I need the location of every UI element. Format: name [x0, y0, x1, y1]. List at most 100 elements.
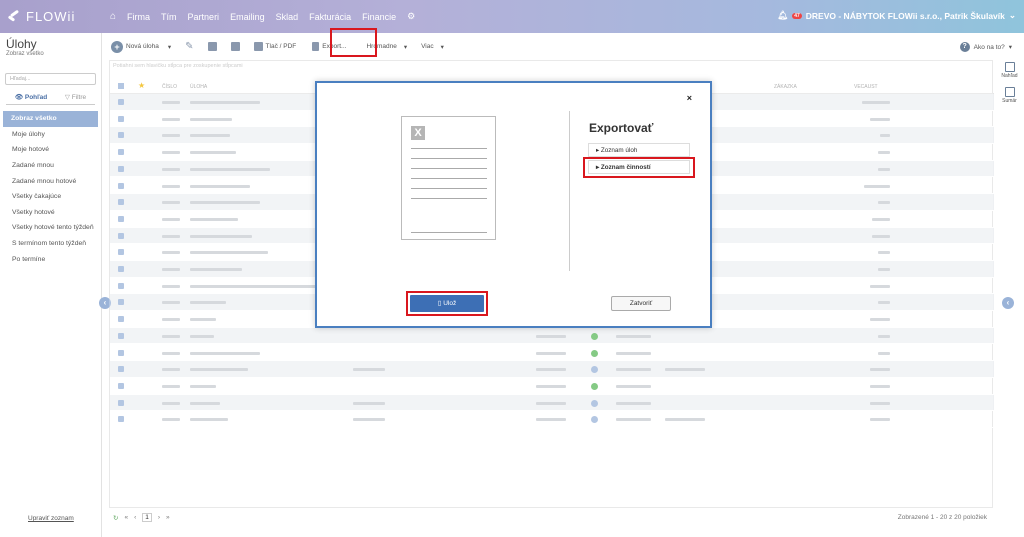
gear-icon[interactable]: ⚙ [407, 11, 415, 22]
page-subtitle: Zobraz všetko [6, 51, 44, 57]
nav-item[interactable]: Financie [362, 12, 396, 22]
trash-icon [230, 42, 240, 51]
tab-view-label: Pohľad [24, 94, 48, 101]
page-title: Úlohy [6, 37, 37, 51]
nav-item[interactable]: Partneri [188, 12, 220, 22]
chevron-down-icon: ▾ [167, 43, 172, 51]
save-button[interactable]: ▯ Ulož [410, 295, 484, 312]
view-item[interactable]: Po termíne [0, 251, 101, 267]
logo-text: FLOWii [26, 9, 76, 24]
print-label: Tlač / PDF [265, 43, 297, 50]
open-external-icon [1004, 62, 1015, 72]
dialog-divider [569, 111, 570, 271]
pager: ↻ « ‹ 1 › » Zobrazené 1 - 20 z 20 položi… [109, 512, 993, 526]
tab-filter-label: Filtre [71, 94, 87, 101]
nav-item[interactable]: Emailing [230, 12, 265, 22]
option-highlight [583, 157, 695, 178]
printer-icon [253, 42, 263, 51]
search-input[interactable]: Hľadaj... [5, 73, 96, 85]
edit-list-link[interactable]: Upraviť zoznam [28, 515, 74, 522]
chevron-down-icon: ⌄ [1008, 10, 1016, 20]
help-button[interactable]: ? Ako na to? ▾ [959, 42, 1012, 52]
question-icon: ? [959, 42, 970, 52]
nav-item[interactable]: Sklad [276, 12, 299, 22]
chevron-down-icon: ▾ [403, 43, 408, 51]
nav-item[interactable]: Fakturácia [309, 12, 351, 22]
delete-button[interactable] [230, 42, 240, 51]
close-button[interactable]: Zatvoriť [611, 296, 671, 311]
top-navigation-bar: FLOWii ⌂ Firma Tím Partneri Emailing Skl… [0, 0, 1024, 33]
new-task-label: Nová úloha [126, 43, 159, 50]
view-item-all[interactable]: Zobraz všetko [3, 111, 98, 127]
home-icon[interactable]: ⌂ [110, 11, 116, 22]
logo-mark-icon [7, 9, 22, 23]
copy-button[interactable] [207, 42, 217, 51]
view-item[interactable]: Všetky hotové [0, 205, 101, 221]
view-item[interactable]: Zadané mnou [0, 158, 101, 174]
refresh-icon[interactable]: ↻ [113, 514, 118, 522]
pager-summary: Zobrazené 1 - 20 z 20 položiek [897, 514, 987, 521]
document-preview: X [401, 116, 496, 240]
tab-view[interactable]: 👁︎ Pohľad [15, 93, 47, 101]
account-menu[interactable]: 🔔︎ 47 DREVO - NÁBYTOK FLOWii s.r.o., Pat… [777, 10, 1016, 21]
nav-item[interactable]: Tím [161, 12, 177, 22]
tab-filter[interactable]: ▽ Filtre [65, 93, 86, 101]
dialog-title: Exportovať [589, 121, 654, 135]
view-tabs: 👁︎ Pohľad ▽ Filtre [6, 93, 95, 105]
view-item[interactable]: Moje úlohy [0, 127, 101, 143]
view-item[interactable]: Všetky hotové tento týždeň [0, 220, 101, 236]
doc-line [411, 198, 487, 199]
account-label: DREVO - NÁBYTOK FLOWii s.r.o., Patrik Šk… [805, 10, 1005, 21]
close-icon[interactable]: × [687, 93, 692, 103]
flowii-logo[interactable]: FLOWii [7, 9, 110, 24]
bell-icon[interactable]: 🔔︎ [777, 10, 788, 21]
doc-line [411, 178, 487, 179]
view-item[interactable]: Všetky čakajúce [0, 189, 101, 205]
help-label: Ako na to? [973, 43, 1005, 51]
print-button[interactable]: Tlač / PDF [253, 42, 297, 51]
more-dropdown[interactable]: Viac ▾ [421, 43, 444, 51]
summary-label: Sumár [1002, 98, 1017, 104]
summary-button[interactable]: Sumár [995, 87, 1024, 104]
plus-icon: + [111, 40, 123, 53]
chevron-down-icon: ▾ [1008, 44, 1012, 51]
eye-icon: 👁︎ [14, 94, 25, 101]
new-task-button[interactable]: + Nová úloha ▾ [111, 40, 172, 53]
pencil-icon: ✎ [185, 41, 194, 52]
right-sidebar: Nahľad Sumár [995, 62, 1024, 112]
filter-icon: ▽ [64, 94, 72, 101]
toolbar: + Nová úloha ▾ ✎ Tlač / PDF Export... Hr… [103, 33, 1024, 60]
preview-button[interactable]: Nahľad [995, 62, 1024, 79]
next-page-icon[interactable]: › [158, 514, 160, 521]
nav-item[interactable]: Firma [127, 12, 150, 22]
copy-icon [207, 42, 217, 51]
left-panel: Úlohy Zobraz všetko Hľadaj... 👁︎ Pohľad … [0, 33, 102, 537]
collapse-right-icon[interactable]: ‹ [1002, 297, 1014, 309]
view-item[interactable]: S termínom tento týždeň [0, 236, 101, 252]
prev-page-icon[interactable]: ‹ [134, 514, 136, 521]
option-task-list[interactable]: ▸ Zoznam úloh [588, 143, 690, 157]
doc-line [411, 168, 487, 169]
doc-line [411, 188, 487, 189]
more-label: Viac [421, 43, 434, 50]
export-dialog: × X Exportovať ▸ Zoznam úloh ▸ Zoznam či… [315, 81, 712, 328]
preview-label: Nahľad [1001, 73, 1018, 79]
doc-line [411, 158, 487, 159]
view-item[interactable]: Moje hotové [0, 142, 101, 158]
file-icon [312, 42, 320, 51]
main-menu: ⌂ Firma Tím Partneri Emailing Sklad Fakt… [110, 11, 415, 22]
list-icon [1004, 87, 1015, 97]
view-item[interactable]: Zadané mnou hotové [0, 173, 101, 189]
pager-controls: ↻ « ‹ 1 › » [113, 513, 170, 522]
doc-line [411, 148, 487, 149]
last-page-icon[interactable]: » [166, 514, 170, 521]
doc-line [411, 232, 487, 233]
save-label: Ulož [443, 300, 457, 307]
chevron-down-icon: ▾ [440, 43, 444, 51]
edit-button[interactable]: ✎ [185, 41, 193, 52]
first-page-icon[interactable]: « [124, 514, 128, 521]
export-highlight [330, 28, 377, 57]
current-page[interactable]: 1 [142, 513, 152, 522]
notification-badge: 47 [792, 12, 802, 19]
excel-icon: X [411, 126, 425, 140]
